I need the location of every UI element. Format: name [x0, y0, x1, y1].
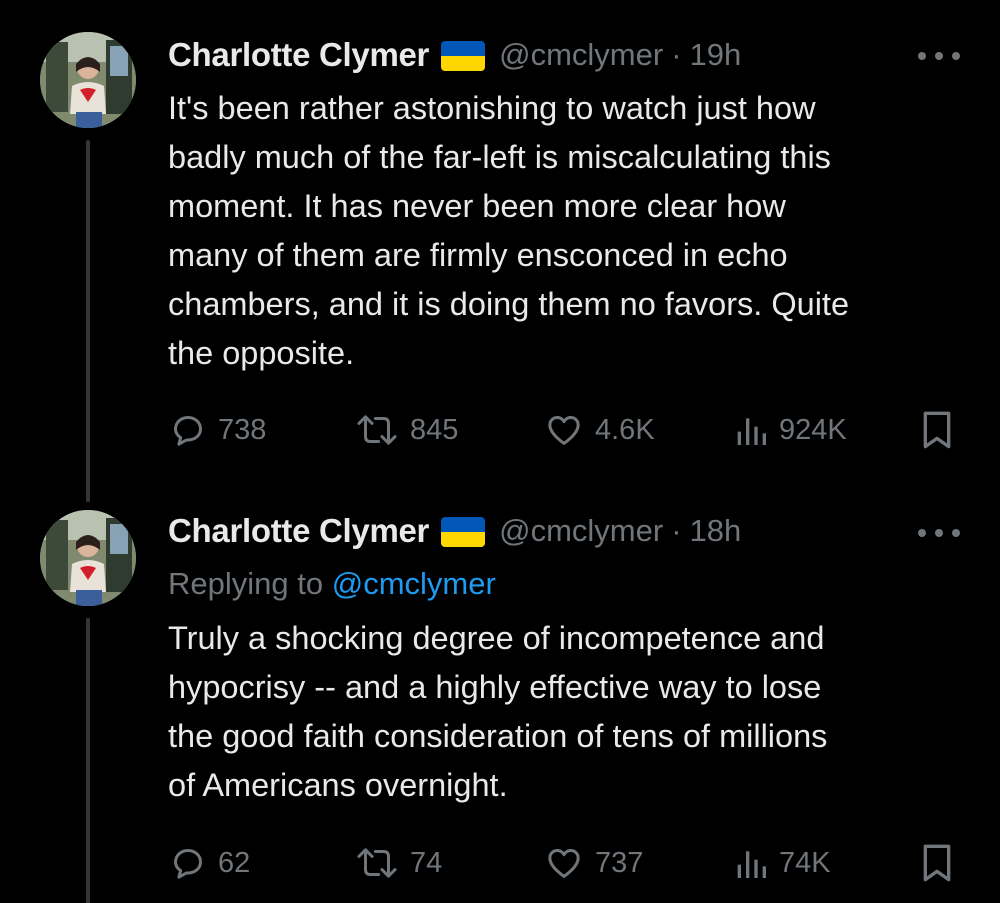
more-options-icon[interactable] — [918, 50, 960, 62]
tweet[interactable]: Charlotte Clymer @cmclymer · 18h Replyin… — [0, 500, 1000, 903]
avatar-photo-icon — [40, 32, 136, 128]
views-chart-icon — [737, 851, 766, 878]
tweet-text-line: of Americans overnight. — [168, 767, 508, 803]
tweet-text: Truly a shocking degree of incompetence … — [168, 614, 968, 810]
reply-count: 62 — [218, 846, 251, 879]
bookmark-button[interactable] — [920, 410, 954, 455]
like-button[interactable]: 737 — [543, 841, 643, 885]
tweet-text-line: Truly a shocking degree of incompetence … — [168, 620, 825, 656]
repost-button[interactable]: 845 — [354, 408, 458, 452]
display-name[interactable]: Charlotte Clymer — [168, 512, 429, 550]
tweet-text-line: hypocrisy -- and a highly effective way … — [168, 669, 822, 705]
views-chart-icon — [737, 418, 766, 445]
repost-icon — [357, 848, 397, 878]
replying-to-line: Replying to @cmclymer — [168, 566, 496, 602]
reply-count: 738 — [218, 413, 267, 446]
dot-separator: · — [671, 37, 682, 72]
ukraine-flag-icon — [441, 517, 486, 547]
tweet-text-line: many of them are firmly ensconced in ech… — [168, 237, 788, 273]
views-button[interactable]: 924K — [733, 408, 847, 452]
repost-count: 74 — [410, 846, 443, 879]
reply-icon — [174, 416, 202, 446]
avatar[interactable] — [40, 510, 136, 606]
action-bar: 62 74 737 74K — [0, 841, 1000, 885]
bookmark-icon — [923, 844, 951, 882]
action-bar: 738 845 4.6K 924K — [0, 408, 1000, 452]
reply-icon — [174, 849, 202, 879]
display-name[interactable]: Charlotte Clymer — [168, 36, 429, 74]
heart-icon — [548, 849, 580, 878]
replying-to-label: Replying to — [168, 566, 332, 601]
dot-separator: · — [671, 513, 682, 548]
avatar[interactable] — [40, 32, 136, 128]
tweet-header: Charlotte Clymer @cmclymer · 18h — [168, 506, 741, 556]
like-count: 737 — [595, 846, 644, 879]
tweet-text-line: the opposite. — [168, 335, 355, 371]
more-options-icon[interactable] — [918, 527, 960, 539]
user-handle[interactable]: @cmclymer — [499, 513, 663, 549]
view-count: 924K — [779, 413, 847, 446]
tweet-text-line: moment. It has never been more clear how — [168, 188, 786, 224]
tweet-text-line: the good faith consideration of tens of … — [168, 718, 828, 754]
reply-button[interactable]: 738 — [168, 408, 266, 452]
repost-button[interactable]: 74 — [354, 841, 442, 885]
heart-icon — [548, 416, 580, 445]
user-handle[interactable]: @cmclymer — [499, 37, 663, 73]
repost-count: 845 — [410, 413, 459, 446]
like-count: 4.6K — [595, 413, 655, 446]
tweet-text-line: It's been rather astonishing to watch ju… — [168, 90, 816, 126]
avatar-photo-icon — [40, 510, 136, 606]
timestamp[interactable]: 19h — [690, 37, 742, 73]
tweet-text-line: chambers, and it is doing them no favors… — [168, 286, 850, 322]
replying-to-handle-link[interactable]: @cmclymer — [332, 566, 496, 601]
view-count: 74K — [779, 846, 831, 879]
bookmark-icon — [923, 411, 951, 449]
bookmark-button[interactable] — [920, 843, 954, 888]
reply-button[interactable]: 62 — [168, 841, 250, 885]
tweet-text-line: badly much of the far-left is miscalcula… — [168, 139, 831, 175]
repost-icon — [357, 415, 397, 445]
views-button[interactable]: 74K — [733, 841, 831, 885]
tweet[interactable]: Charlotte Clymer @cmclymer · 19h It's be… — [0, 0, 1000, 502]
ukraine-flag-icon — [441, 41, 486, 71]
tweet-text: It's been rather astonishing to watch ju… — [168, 84, 968, 378]
like-button[interactable]: 4.6K — [543, 408, 655, 452]
timestamp[interactable]: 18h — [690, 513, 742, 549]
tweet-header: Charlotte Clymer @cmclymer · 19h — [168, 30, 741, 80]
